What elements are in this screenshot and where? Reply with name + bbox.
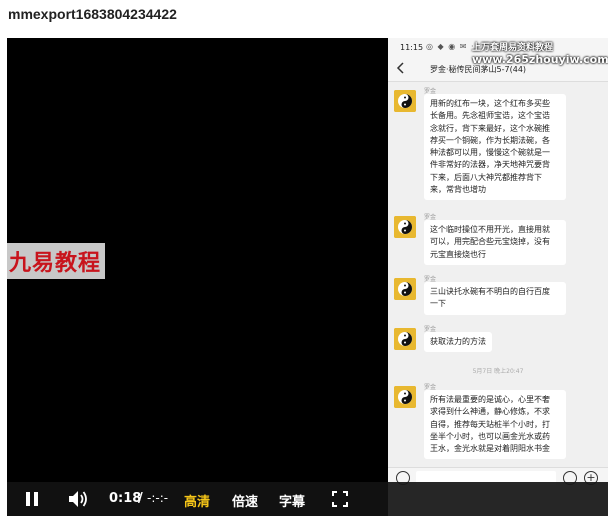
message-line: 用新的红布一块，这个红布多买些 [430,99,550,108]
message-bubble: 三山诀托水碗有不明白的自行百度 一下 [424,282,566,315]
message-line: 获取法力的方法 [430,337,486,346]
message-line: 可以，用完配合些元宝烧掉，没有 [430,237,550,247]
message-bubble: 这个临时操位不用开光，直接用就 可以，用完配合些元宝烧掉，没有 元宝直接烧也行 [424,220,566,265]
status-time: 11:15 [400,43,424,52]
message-bubble: 用新的红布一块，这个红布多买些 长备用。先念祖师宝诰，这个宝诰 念就行，背下来最… [424,94,566,201]
chat-timestamp: 5月7日 晚上20:47 [472,368,524,375]
message-line: 长备用。先念祖师宝诰，这个宝诰 [430,111,550,121]
back-icon[interactable] [396,61,406,75]
taiji-avatar-icon [394,386,416,408]
watermark-top-line2: www.265zhouyiw.com [472,53,608,66]
phone-screen: 11:15 ◎ ◆ ◉ ✉ · 上万套周易资料教程 罗金·秘传民间茅山5-7(4… [388,38,608,516]
taiji-avatar-icon [394,328,416,350]
video-player[interactable]: 九易教程 11:15 ◎ ◆ ◉ ✉ · 上万套周易资料教程 罗金·秘传民间茅山… [7,38,608,516]
message-line: 这个临时操位不用开光，直接用就 [430,225,550,234]
message-line: 一下 [430,299,446,309]
volume-icon[interactable] [67,489,89,509]
message-line: 求得到什么神通，静心修炼，不求 [430,407,550,417]
message-line: 元宝直接烧也行 [430,249,486,259]
message-bubble: 所有法最重要的是诚心，心里不奢 求得到什么神通，静心修炼，不求 自得，推荐每天站… [424,390,566,460]
current-time: 0:18 [109,491,142,506]
message-line: 自得，推荐每天站桩半个小时，打 [430,419,550,429]
pause-icon[interactable] [25,491,39,507]
fullscreen-icon[interactable] [332,491,348,507]
message-line: 件非常好的法器，净天地神咒要背 [430,160,550,170]
page-title: mmexport1683804234422 [8,6,177,22]
taiji-avatar-icon [394,278,416,300]
message-line: 种法都可以用，慢慢这个碗就是一 [430,148,550,158]
message-bubble: 获取法力的方法 [424,332,492,353]
player-controls: 0:18 / -:-:- 高清 倍速 字幕 [7,482,608,516]
time-separator: / [138,491,143,506]
speed-button[interactable]: 倍速 [232,491,258,510]
message-line: 坐半个小时，也可以画金光水或药 [430,431,550,441]
status-icons: ◎ ◆ ◉ ✉ · [426,42,475,51]
message-line: 所有法最重要的是诚心，心里不奢 [430,395,550,404]
watermark-top-line1: 上万套周易资料教程 [472,43,554,53]
subtitles-button[interactable]: 字幕 [279,491,305,510]
taiji-avatar-icon [394,90,416,112]
message-line: 王水，金光水就是对着阴阳水书金 [430,444,550,454]
quality-button[interactable]: 高清 [184,491,210,510]
watermark-left: 九易教程 [7,243,106,279]
message-line: 念就行，背下来最好，这个水碗推 [430,123,550,133]
message-line: 来，常背也增功 [430,185,486,195]
message-line: 下来，后面八大神咒都推荐背下 [430,172,542,182]
message-line: 三山诀托水碗有不明白的自行百度 [430,287,550,296]
message-line: 荐买一个铜碗，作为长期法碗，各 [430,135,550,145]
taiji-avatar-icon [394,216,416,238]
total-time: -:-:- [147,491,169,505]
